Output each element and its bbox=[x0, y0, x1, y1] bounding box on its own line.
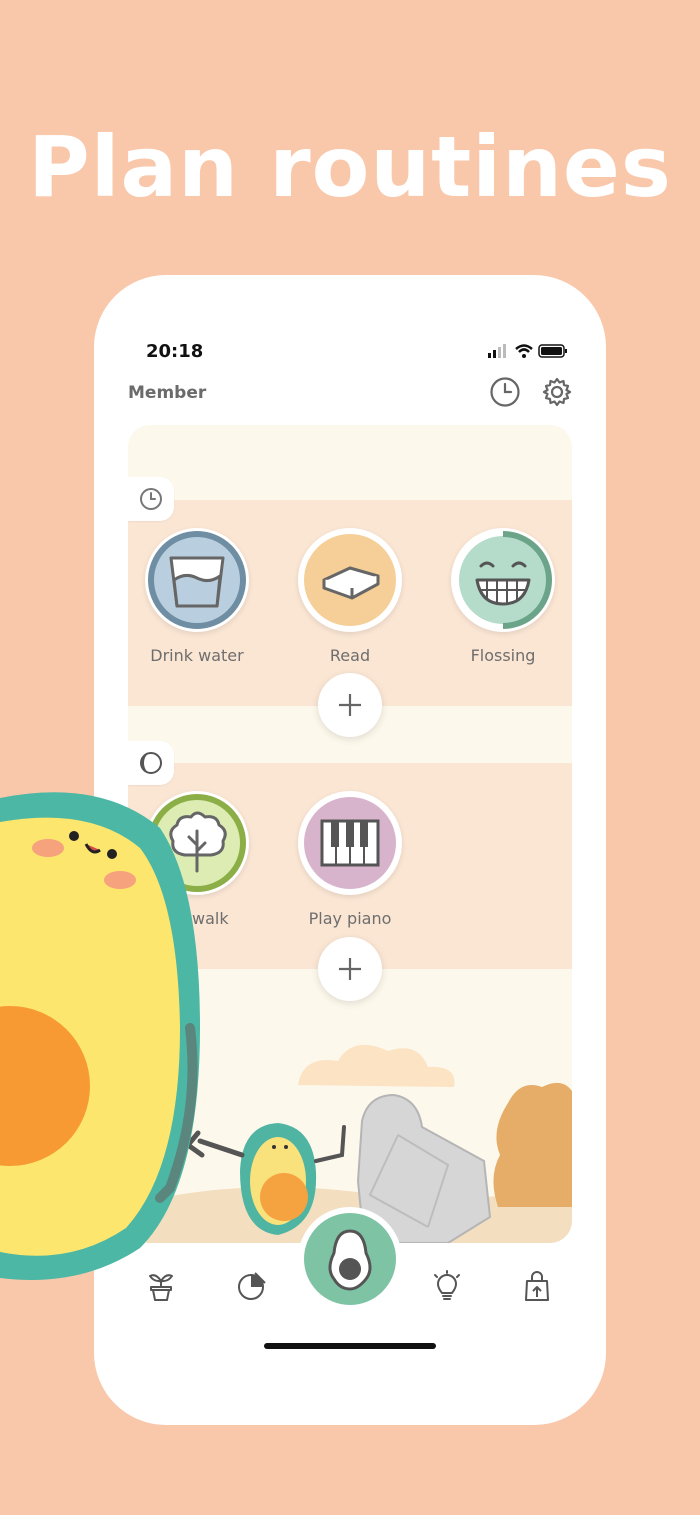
habit-label: Read bbox=[329, 646, 371, 665]
gear-icon bbox=[542, 377, 572, 407]
lightbulb-icon bbox=[434, 1270, 460, 1300]
headline: Plan routines bbox=[28, 118, 672, 216]
habit-read[interactable] bbox=[298, 528, 402, 632]
history-button[interactable] bbox=[488, 375, 522, 409]
habit-drink-water[interactable] bbox=[145, 528, 249, 632]
avocado-mascot bbox=[0, 792, 200, 1280]
grin-face-icon bbox=[459, 531, 552, 629]
half-moon-icon bbox=[140, 752, 162, 774]
habit-play-piano[interactable] bbox=[298, 791, 402, 895]
habit-label: Drink water bbox=[150, 646, 244, 665]
tab-home[interactable] bbox=[298, 1207, 402, 1311]
habit-label: Flossing bbox=[470, 646, 536, 665]
habit-label: Play piano bbox=[308, 909, 392, 928]
morning-section-chip[interactable] bbox=[128, 477, 174, 521]
tab-stats[interactable] bbox=[231, 1265, 273, 1307]
habit-flossing[interactable] bbox=[451, 528, 555, 632]
water-glass-icon bbox=[147, 531, 246, 629]
avocado-icon bbox=[304, 1213, 396, 1305]
tab-shop[interactable] bbox=[516, 1265, 558, 1307]
add-habit-morning-button[interactable] bbox=[318, 673, 382, 737]
shopping-bag-icon bbox=[525, 1271, 549, 1301]
piano-icon bbox=[304, 797, 396, 889]
evening-section-chip[interactable] bbox=[128, 741, 174, 785]
clock-icon bbox=[490, 377, 520, 407]
plus-icon bbox=[339, 958, 361, 980]
pie-chart-icon bbox=[238, 1272, 266, 1300]
add-habit-evening-button[interactable] bbox=[318, 937, 382, 1001]
member-label: Member bbox=[128, 383, 207, 403]
clock-icon bbox=[140, 488, 162, 510]
book-icon bbox=[304, 534, 396, 626]
settings-button[interactable] bbox=[540, 375, 574, 409]
home-indicator bbox=[264, 1343, 436, 1349]
tab-tips[interactable] bbox=[426, 1265, 468, 1307]
plus-icon bbox=[339, 694, 361, 716]
status-icons bbox=[488, 344, 567, 358]
status-time: 20:18 bbox=[146, 341, 204, 362]
